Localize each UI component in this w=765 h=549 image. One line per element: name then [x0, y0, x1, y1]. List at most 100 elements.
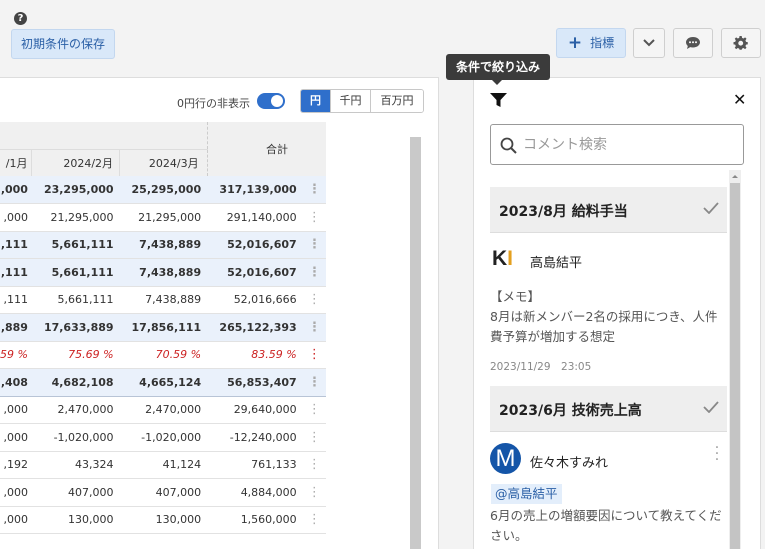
- table-cell: ,408: [0, 368, 32, 397]
- table-cell: 5,661,111: [31, 286, 120, 314]
- save-initial-conditions-button[interactable]: 初期条件の保存: [11, 29, 115, 59]
- table-cell: ,111: [0, 258, 32, 287]
- table-row: 59 % 75.69 % 70.59 % 83.59 % ⋮: [0, 341, 326, 369]
- table-cell: 4,682,108: [31, 368, 120, 397]
- table-cell: 21,295,000: [31, 203, 120, 232]
- row-menu-icon[interactable]: ⋮: [302, 423, 326, 452]
- unit-selector: 円 千円 百万円: [300, 89, 424, 113]
- thread-title: 2023/6月 技術売上高: [499, 403, 642, 419]
- table-row: ,000 407,000 407,000 4,884,000 ⋮: [0, 478, 326, 507]
- row-menu-icon[interactable]: ⋮: [302, 286, 326, 314]
- month-header: 2024/2月: [31, 149, 121, 176]
- table-cell: 7,438,889: [119, 258, 208, 287]
- avatar: KI: [492, 247, 514, 270]
- row-menu-icon[interactable]: ⋮: [302, 451, 326, 479]
- month-header: 2024/3月: [119, 149, 208, 176]
- row-menu-icon[interactable]: ⋮: [302, 368, 326, 397]
- scrollbar-thumb[interactable]: [730, 183, 740, 549]
- check-icon[interactable]: [703, 202, 719, 214]
- plus-icon: +: [567, 33, 583, 53]
- comment-body: 6月の売上の増額要因について教えてください。: [490, 508, 722, 543]
- metric-button-label: 指標: [590, 36, 615, 50]
- table-cell: 2,470,000: [119, 396, 208, 424]
- total-header: 合計: [206, 122, 326, 176]
- row-menu-icon[interactable]: ⋮: [302, 478, 326, 507]
- row-menu-icon[interactable]: ⋮: [302, 341, 326, 369]
- row-menu-icon[interactable]: ⋮: [302, 313, 326, 342]
- help-icon[interactable]: ?: [14, 12, 27, 25]
- table-cell: 317,139,000: [207, 176, 303, 204]
- table-cell: ,000: [0, 423, 32, 452]
- table-cell: 7,438,889: [119, 286, 208, 314]
- table-cell: 265,122,393: [207, 313, 303, 342]
- row-menu-icon[interactable]: ⋮: [302, 176, 326, 204]
- comments-scrollbar[interactable]: [729, 170, 741, 549]
- filter-icon[interactable]: [490, 93, 507, 112]
- add-metric-button[interactable]: + 指標: [556, 28, 626, 58]
- hide-zero-rows-label: 0円行の非表示: [177, 97, 250, 110]
- mention-tag[interactable]: @高島結平: [491, 484, 562, 504]
- table-cell: 25,295,000: [119, 176, 208, 204]
- table-cell: 5,661,111: [31, 231, 120, 259]
- more-options-icon[interactable]: · · ·: [713, 441, 721, 467]
- table-cell: ,192: [0, 451, 32, 479]
- table-cell: ,000: [0, 396, 32, 424]
- table-row: ,000 21,295,000 21,295,000 291,140,000 ⋮: [0, 203, 326, 232]
- table-cell: 75.69 %: [31, 341, 120, 369]
- thread-title: 2023/8月 給料手当: [499, 204, 628, 220]
- unit-yen[interactable]: 円: [301, 90, 330, 112]
- table-cell: 43,324: [31, 451, 120, 479]
- metric-dropdown-button[interactable]: [633, 28, 665, 58]
- comment-search-field[interactable]: [490, 124, 744, 165]
- table-cell: 291,140,000: [207, 203, 303, 232]
- table-row: ,000 23,295,000 25,295,000 317,139,000 ⋮: [0, 176, 326, 204]
- unit-thousand-yen[interactable]: 千円: [330, 90, 370, 112]
- comment-search-input[interactable]: [523, 133, 733, 157]
- comment-body: 【メモ】 8月は新メンバー2名の採用につき、人件費予算が増加する想定: [490, 289, 718, 344]
- row-menu-icon[interactable]: ⋮: [302, 396, 326, 424]
- table-cell: 52,016,607: [207, 258, 303, 287]
- comment-icon: [686, 37, 700, 49]
- table-row: ,000 2,470,000 2,470,000 29,640,000 ⋮: [0, 396, 326, 424]
- table-cell: 17,856,111: [119, 313, 208, 342]
- table-cell: 407,000: [31, 478, 120, 507]
- comment-button[interactable]: [673, 28, 713, 58]
- row-menu-icon[interactable]: ⋮: [302, 231, 326, 259]
- table-cell: 17,633,889: [31, 313, 120, 342]
- table-row: ,111 5,661,111 7,438,889 52,016,607 ⋮: [0, 231, 326, 259]
- table-cell: -1,020,000: [119, 423, 208, 452]
- table-cell: 5,661,111: [31, 258, 120, 287]
- table-row: ,111 5,661,111 7,438,889 52,016,666 ⋮: [0, 286, 326, 314]
- row-menu-icon[interactable]: ⋮: [302, 506, 326, 534]
- table-cell: 29,640,000: [207, 396, 303, 424]
- close-icon[interactable]: ✕: [733, 92, 746, 108]
- table-cell: ,111: [0, 286, 32, 314]
- hide-zero-rows-toggle[interactable]: [257, 93, 285, 109]
- table-row: ,192 43,324 41,124 761,133 ⋮: [0, 451, 326, 479]
- search-icon: [500, 137, 517, 154]
- comment-timestamp: 2023/11/29 23:05: [490, 361, 592, 373]
- table-row: ,000 -1,020,000 -1,020,000 -12,240,000 ⋮: [0, 423, 326, 452]
- table-scrollbar[interactable]: [410, 137, 421, 549]
- table-cell: ,000: [0, 203, 32, 232]
- table-cell: 1,560,000: [207, 506, 303, 534]
- comment-author: 佐々木すみれ: [530, 456, 609, 471]
- table-cell: 4,884,000: [207, 478, 303, 507]
- unit-million-yen[interactable]: 百万円: [370, 90, 423, 112]
- table-cell: 70.59 %: [119, 341, 208, 369]
- table-cell: 21,295,000: [119, 203, 208, 232]
- comment-author: 高島結平: [530, 256, 583, 271]
- check-icon[interactable]: [703, 401, 719, 413]
- table-row: ,408 4,682,108 4,665,124 56,853,407 ⋮: [0, 368, 326, 397]
- table-cell: 23,295,000: [31, 176, 120, 204]
- settings-button[interactable]: [721, 28, 761, 58]
- comment-thread-header[interactable]: 2023/6月 技術売上高: [490, 386, 727, 432]
- table-row: ,000 130,000 130,000 1,560,000 ⋮: [0, 506, 326, 534]
- scroll-up-arrow-icon[interactable]: [732, 172, 738, 178]
- table-row: ,111 5,661,111 7,438,889 52,016,607 ⋮: [0, 258, 326, 287]
- row-menu-icon[interactable]: ⋮: [302, 258, 326, 287]
- table-cell: 41,124: [119, 451, 208, 479]
- table-cell: 59 %: [0, 341, 32, 369]
- row-menu-icon[interactable]: ⋮: [302, 203, 326, 232]
- comment-thread-header[interactable]: 2023/8月 給料手当: [490, 187, 727, 233]
